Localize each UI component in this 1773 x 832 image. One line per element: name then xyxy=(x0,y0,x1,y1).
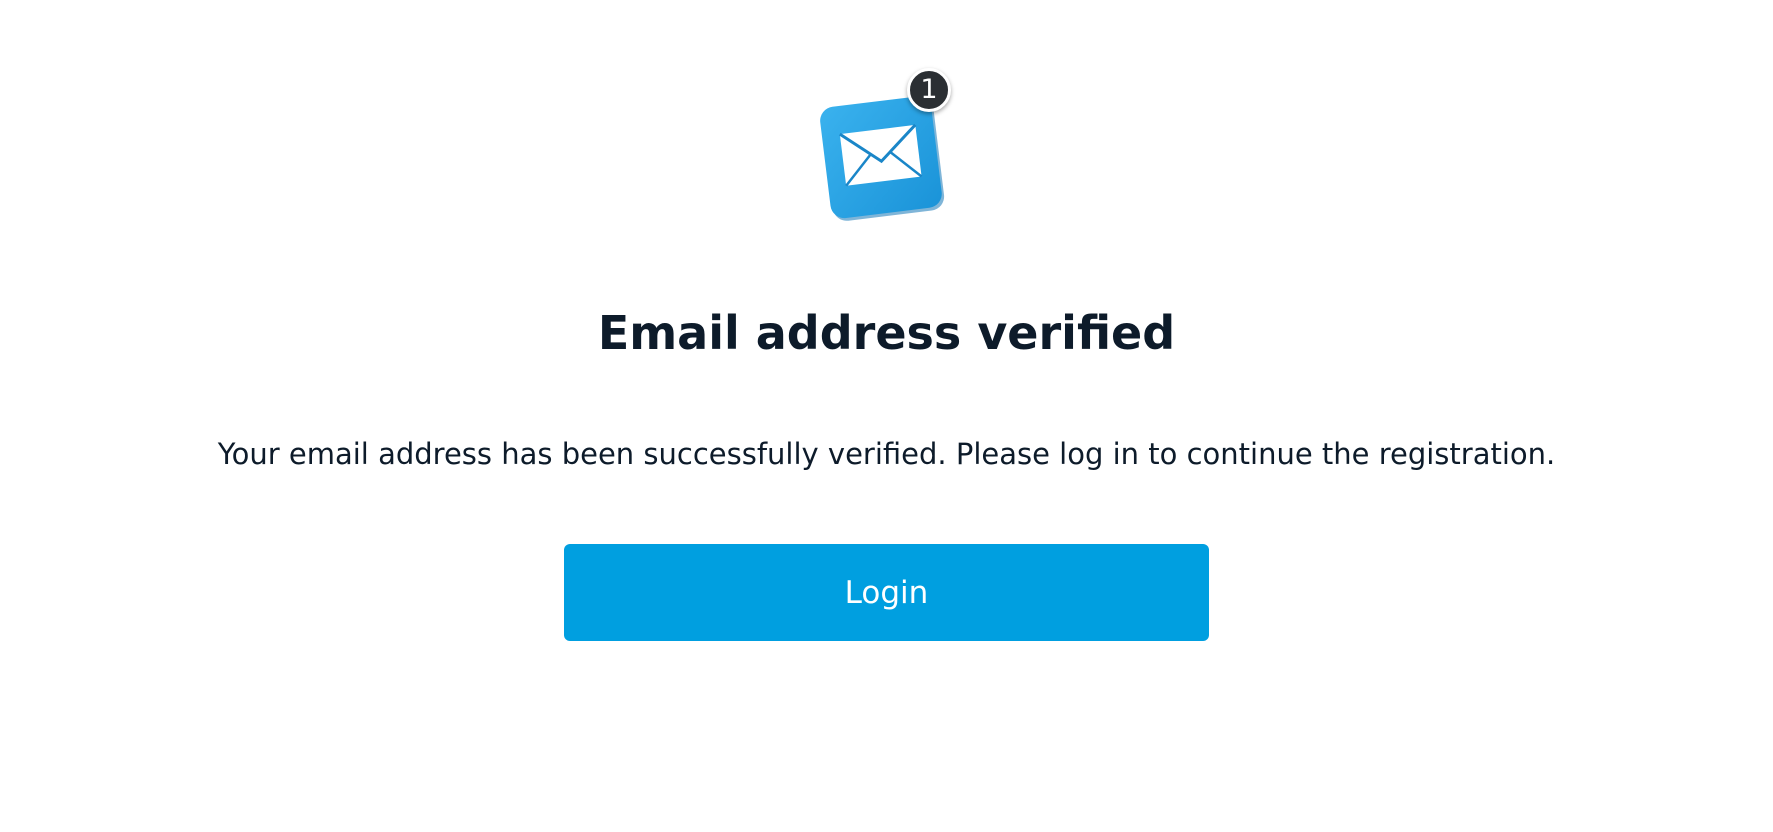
page-title: Email address verified xyxy=(597,306,1176,360)
notification-badge: 1 xyxy=(907,68,951,112)
login-button[interactable]: Login xyxy=(564,544,1209,641)
mail-notification-icon: 1 xyxy=(815,64,955,224)
verification-message: Your email address has been successfully… xyxy=(217,437,1556,471)
verification-page: 1 Email address verified Your email addr… xyxy=(0,0,1773,832)
